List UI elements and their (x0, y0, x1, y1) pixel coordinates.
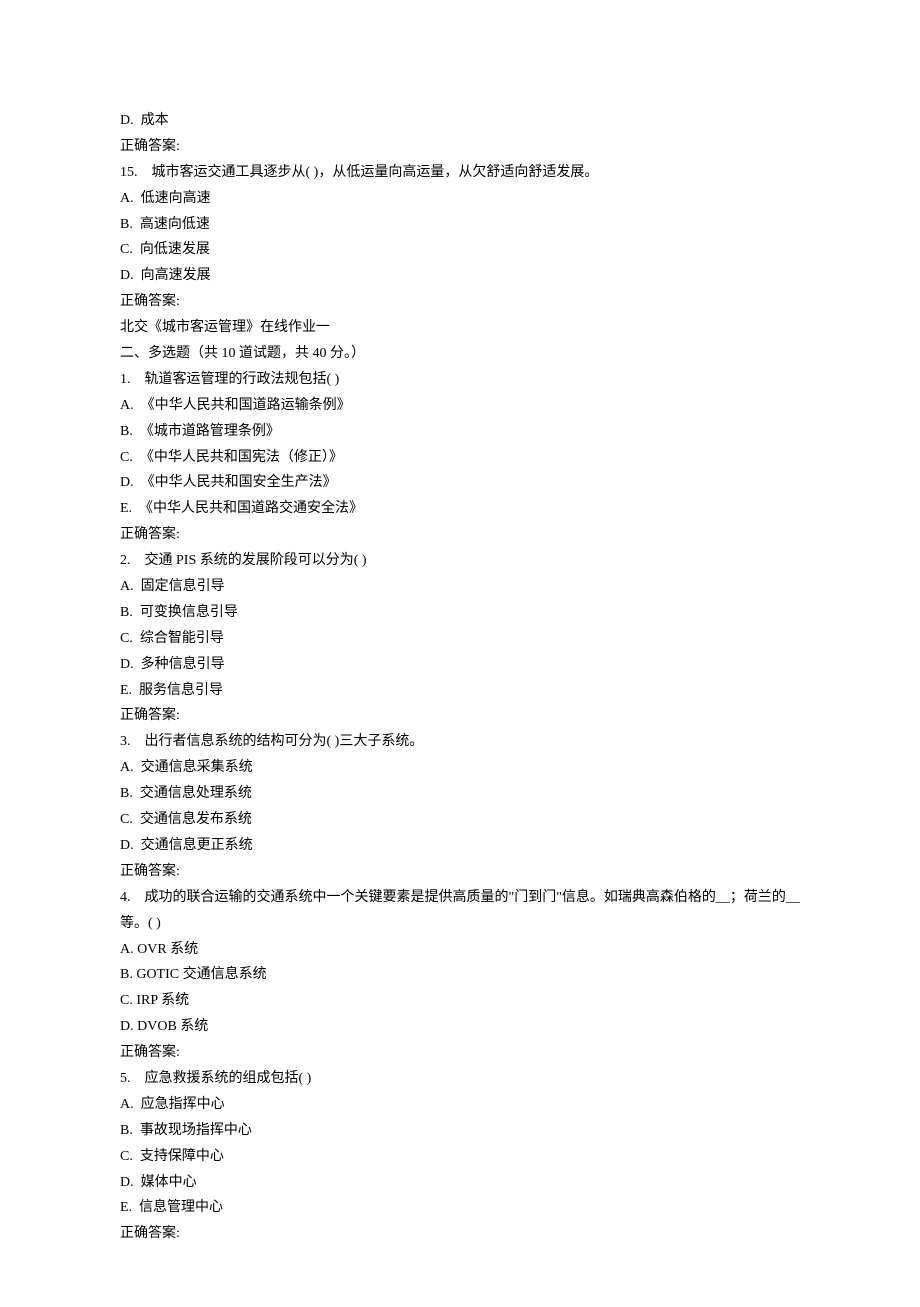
document-page: D. 成本 正确答案: 15. 城市客运交通工具逐步从( )，从低运量向高运量，… (0, 0, 920, 1307)
option-d: D. 成本 (120, 108, 800, 134)
answer-label: 正确答案: (120, 289, 800, 315)
option-b: B. 可变换信息引导 (120, 600, 800, 626)
option-c: C. 向低速发展 (120, 237, 800, 263)
option-a: A. 《中华人民共和国道路运输条例》 (120, 393, 800, 419)
answer-label: 正确答案: (120, 703, 800, 729)
option-c: C. 综合智能引导 (120, 626, 800, 652)
answer-label: 正确答案: (120, 522, 800, 548)
option-d: D. 交通信息更正系统 (120, 833, 800, 859)
section-subtitle: 二、多选题（共 10 道试题，共 40 分。） (120, 341, 800, 367)
question-3: 3. 出行者信息系统的结构可分为( )三大子系统。 (120, 729, 800, 755)
option-a: A. 低速向高速 (120, 186, 800, 212)
option-b: B. 交通信息处理系统 (120, 781, 800, 807)
option-b: B. 事故现场指挥中心 (120, 1118, 800, 1144)
answer-label: 正确答案: (120, 1221, 800, 1247)
option-e: E. 服务信息引导 (120, 678, 800, 704)
option-a: A. 交通信息采集系统 (120, 755, 800, 781)
option-d: D. 向高速发展 (120, 263, 800, 289)
option-c: C. 交通信息发布系统 (120, 807, 800, 833)
question-5: 5. 应急救援系统的组成包括( ) (120, 1066, 800, 1092)
option-b: B. GOTIC 交通信息系统 (120, 962, 800, 988)
option-e: E. 《中华人民共和国道路交通安全法》 (120, 496, 800, 522)
option-d: D. 多种信息引导 (120, 652, 800, 678)
answer-label: 正确答案: (120, 859, 800, 885)
section-title: 北交《城市客运管理》在线作业一 (120, 315, 800, 341)
question-4: 4. 成功的联合运输的交通系统中一个关键要素是提供高质量的"门到门"信息。如瑞典… (120, 885, 800, 937)
option-d: D. 《中华人民共和国安全生产法》 (120, 470, 800, 496)
option-b: B. 高速向低速 (120, 212, 800, 238)
answer-label: 正确答案: (120, 1040, 800, 1066)
option-c: C. 支持保障中心 (120, 1144, 800, 1170)
option-a: A. 固定信息引导 (120, 574, 800, 600)
option-d: D. 媒体中心 (120, 1170, 800, 1196)
option-c: C. 《中华人民共和国宪法（修正）》 (120, 445, 800, 471)
option-c: C. IRP 系统 (120, 988, 800, 1014)
option-e: E. 信息管理中心 (120, 1195, 800, 1221)
question-15: 15. 城市客运交通工具逐步从( )，从低运量向高运量，从欠舒适向舒适发展。 (120, 160, 800, 186)
answer-label: 正确答案: (120, 134, 800, 160)
option-d: D. DVOB 系统 (120, 1014, 800, 1040)
question-2: 2. 交通 PIS 系统的发展阶段可以分为( ) (120, 548, 800, 574)
option-a: A. 应急指挥中心 (120, 1092, 800, 1118)
question-1: 1. 轨道客运管理的行政法规包括( ) (120, 367, 800, 393)
option-a: A. OVR 系统 (120, 937, 800, 963)
option-b: B. 《城市道路管理条例》 (120, 419, 800, 445)
